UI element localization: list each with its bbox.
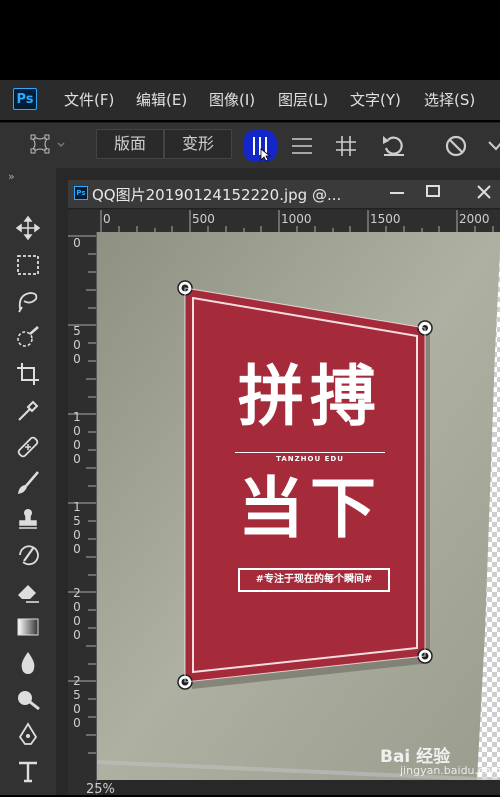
poster-headline-top: 拼搏 <box>238 358 382 435</box>
ruler-h-label: 2000 <box>459 212 490 226</box>
photoshop-logo: Ps <box>13 88 37 110</box>
ruler-v-label: 1500 <box>73 500 81 556</box>
ruler-h-label: 500 <box>192 212 215 226</box>
menu-image[interactable]: 图像(I) <box>209 89 255 110</box>
document-title: QQ图片20190124152220.jpg @... <box>92 186 342 204</box>
stamp-icon[interactable] <box>14 505 42 533</box>
poster-brand: TANZHOU EDU <box>235 452 385 463</box>
puppet-warp-icon[interactable] <box>28 132 66 162</box>
image-canvas[interactable]: 拼搏 TANZHOU EDU 当下 #专注于现在的每个瞬间# <box>97 232 500 780</box>
undo-icon[interactable] <box>380 132 408 162</box>
lasso-icon[interactable] <box>14 287 42 315</box>
poster-headline-bottom: 当下 <box>238 470 382 547</box>
ruler-h-label: 1000 <box>281 212 312 226</box>
menu-edit[interactable]: 编辑(E) <box>136 89 187 110</box>
menu-file[interactable]: 文件(F) <box>64 89 114 110</box>
ruler-v-label: 500 <box>73 324 81 366</box>
eraser-icon[interactable] <box>14 577 42 605</box>
ruler-v-label: 2000 <box>73 586 81 642</box>
vertical-ruler: 0 500 1000 1500 2000 2500 <box>68 232 97 795</box>
gradient-icon[interactable] <box>14 613 42 641</box>
crop-icon[interactable] <box>14 360 42 388</box>
ruler-v-label: 0 <box>73 236 81 250</box>
quick-select-icon[interactable] <box>14 324 42 352</box>
top-black-area <box>0 0 500 80</box>
grid-split-icon[interactable] <box>334 134 358 162</box>
collapse-panel-icon[interactable]: » <box>8 170 15 183</box>
poster-slogan: #专注于现在的每个瞬间# <box>238 568 390 592</box>
move-icon[interactable] <box>14 214 42 242</box>
eyedropper-icon[interactable] <box>14 397 42 425</box>
commit-icon[interactable] <box>488 136 500 160</box>
menu-type[interactable]: 文字(Y) <box>350 89 401 110</box>
menu-select[interactable]: 选择(S) <box>424 89 475 110</box>
document-ps-icon: Ps <box>74 186 88 200</box>
marquee-icon[interactable] <box>14 251 42 279</box>
minimize-button[interactable] <box>386 180 410 206</box>
brush-icon[interactable] <box>14 469 42 497</box>
blur-icon[interactable] <box>14 649 42 677</box>
ruler-v-label: 1000 <box>73 410 81 466</box>
maximize-button[interactable] <box>422 180 446 206</box>
healing-brush-icon[interactable] <box>14 433 42 461</box>
ruler-v-label: 2500 <box>73 674 81 730</box>
history-brush-icon[interactable] <box>14 541 42 569</box>
dodge-icon[interactable] <box>14 685 42 713</box>
horizontal-ruler: 0 500 1000 1500 2000 <box>98 210 500 233</box>
warp-segment[interactable]: 变形 <box>164 129 232 159</box>
ruler-corner <box>68 210 98 232</box>
pen-icon[interactable] <box>14 721 42 749</box>
cancel-icon[interactable] <box>443 133 469 163</box>
ruler-h-label: 1500 <box>370 212 401 226</box>
watermark-url: jingyan.baidu.com <box>400 764 500 777</box>
menu-layer[interactable]: 图层(L) <box>278 89 328 110</box>
ruler-h-label: 0 <box>103 212 111 226</box>
type-icon[interactable] <box>14 757 42 785</box>
vertical-split-icon[interactable] <box>243 130 277 166</box>
horizontal-split-icon[interactable] <box>290 134 314 162</box>
layout-segment[interactable]: 版面 <box>96 129 164 159</box>
close-button[interactable] <box>472 180 500 206</box>
